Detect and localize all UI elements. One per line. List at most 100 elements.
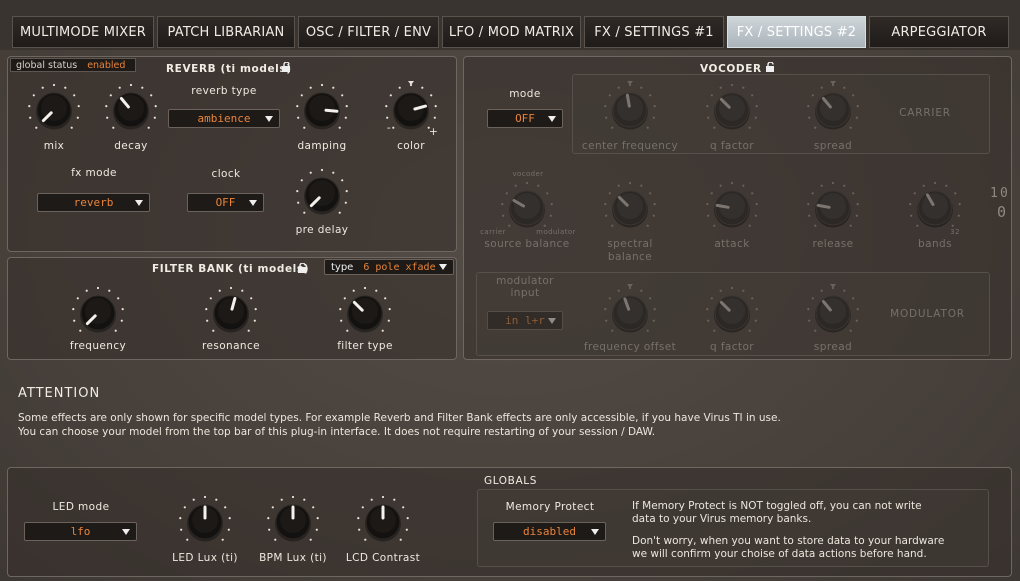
bpm-lux-label: BPM Lux (ti) <box>259 552 327 564</box>
filter-bank-type-dropdown[interactable]: type 6 pole xfade <box>324 259 454 275</box>
resonance-label: resonance <box>201 340 261 352</box>
reverb-type-label: reverb type <box>191 85 257 97</box>
frequency-label: frequency <box>69 340 127 352</box>
dropdown-arrow-icon <box>548 116 556 122</box>
side-digit-2: 0 <box>1000 186 1008 201</box>
led-lux-label: LED Lux (ti) <box>172 552 238 564</box>
resonance-knob[interactable] <box>201 283 261 343</box>
vocoder-mode-label: mode <box>509 88 541 100</box>
attack-knob[interactable] <box>702 178 762 238</box>
pre-delay-knob[interactable] <box>292 165 352 225</box>
global-status[interactable]: global status enabled <box>10 58 136 72</box>
frequency-offset-label: frequency offset <box>583 341 677 353</box>
tab-fx-settings-1[interactable]: FX / SETTINGS #1 <box>584 16 724 48</box>
dropdown-arrow-icon <box>265 116 273 122</box>
reverb-type-value: ambience <box>197 112 251 125</box>
filter-bank-title: FILTER BANK (ti models) <box>152 263 310 275</box>
memory-protect-value: disabled <box>523 525 576 538</box>
dropdown-arrow-icon <box>591 529 599 535</box>
clock-dropdown[interactable]: OFF <box>187 193 264 212</box>
filter-type-knob[interactable] <box>335 283 395 343</box>
memory-protect-info-3: Don't worry, when you want to store data… <box>632 535 945 547</box>
decay-knob[interactable] <box>101 80 161 140</box>
lcd-contrast-label: LCD Contrast <box>345 552 421 564</box>
lock-icon[interactable] <box>765 62 777 72</box>
side-digit-3: 0 <box>997 203 1007 221</box>
led-mode-label: LED mode <box>52 501 110 513</box>
clock-value: OFF <box>215 196 236 209</box>
damping-knob[interactable] <box>292 80 352 140</box>
global-status-label: global status <box>16 59 78 71</box>
center-frequency-knob[interactable] <box>600 80 660 140</box>
modulator-input-label-2: input <box>510 287 540 299</box>
frequency-knob[interactable] <box>68 283 128 343</box>
decay-label: decay <box>114 140 148 152</box>
fx-mode-value: reverb <box>73 196 114 209</box>
damping-label: damping <box>297 140 347 152</box>
clock-label: clock <box>211 168 241 180</box>
spectral-balance-label-1: spectral <box>607 238 653 250</box>
attack-label: attack <box>714 238 750 250</box>
carrier-spread-label: spread <box>813 140 853 152</box>
global-status-value: enabled <box>87 59 126 71</box>
mix-label: mix <box>43 140 65 152</box>
bands-label: bands <box>918 238 952 250</box>
led-lux-knob[interactable] <box>175 492 235 552</box>
modulator-input-label-1: modulator <box>496 275 554 287</box>
modulator-spread-knob[interactable] <box>803 283 863 343</box>
lock-icon[interactable] <box>297 263 309 273</box>
carrier-q-factor-knob[interactable] <box>702 80 762 140</box>
dropdown-arrow-icon <box>439 264 447 270</box>
release-label: release <box>812 238 854 250</box>
filter-bank-type-label: type <box>331 261 354 273</box>
memory-protect-info-2: data to your Virus memory banks. <box>632 513 812 525</box>
side-digit-1: 1 <box>990 186 998 201</box>
spectral-balance-knob[interactable] <box>600 178 660 238</box>
memory-protect-dropdown[interactable]: disabled <box>493 522 606 541</box>
modulator-q-factor-knob[interactable] <box>702 283 762 343</box>
memory-protect-info-1: If Memory Protect is NOT toggled off, yo… <box>632 500 922 512</box>
color-plus: + <box>429 126 439 138</box>
dropdown-arrow-icon <box>135 200 143 206</box>
fx-mode-dropdown[interactable]: reverb <box>37 193 150 212</box>
tab-multimode-mixer[interactable]: MULTIMODE MIXER <box>12 16 154 48</box>
led-mode-value: lfo <box>70 525 91 538</box>
mix-knob[interactable] <box>24 80 84 140</box>
carrier-label: CARRIER <box>899 107 951 119</box>
memory-protect-label: Memory Protect <box>505 501 595 513</box>
dropdown-arrow-icon <box>122 529 130 535</box>
attention-line-2: You can choose your model from the top b… <box>18 426 656 438</box>
tab-fx-settings-2[interactable]: FX / SETTINGS #2 <box>727 16 866 48</box>
vocoder-mode-dropdown[interactable]: OFF <box>487 109 563 128</box>
release-knob[interactable] <box>803 178 863 238</box>
modulator-label: MODULATOR <box>890 308 965 320</box>
tab-bar: MULTIMODE MIXER PATCH LIBRARIAN OSC / FI… <box>0 0 1020 50</box>
dropdown-arrow-icon <box>548 318 556 324</box>
modulator-spread-label: spread <box>813 341 853 353</box>
lcd-contrast-knob[interactable] <box>353 492 413 552</box>
frequency-offset-knob[interactable] <box>600 283 660 343</box>
modulator-input-value: in l+r <box>505 314 545 327</box>
attention-title: ATTENTION <box>18 386 101 401</box>
carrier-q-factor-label: q factor <box>710 140 754 152</box>
tab-arpeggiator[interactable]: ARPEGGIATOR <box>869 16 1009 48</box>
tab-osc-filter-env[interactable]: OSC / FILTER / ENV <box>298 16 439 48</box>
tab-lfo-mod-matrix[interactable]: LFO / MOD MATRIX <box>442 16 581 48</box>
globals-title: GLOBALS <box>484 475 537 487</box>
reverb-type-dropdown[interactable]: ambience <box>168 109 280 128</box>
pre-delay-label: pre delay <box>295 224 349 236</box>
led-mode-dropdown[interactable]: lfo <box>24 522 137 541</box>
center-frequency-label: center frequency <box>581 140 679 152</box>
source-balance-vocoder-mark: vocoder <box>512 170 544 178</box>
filter-bank-type-value: 6 pole xfade <box>363 261 436 273</box>
source-balance-knob[interactable] <box>497 178 557 238</box>
dropdown-arrow-icon <box>249 200 257 206</box>
bands-max-mark: 32 <box>950 228 960 236</box>
tab-patch-librarian[interactable]: PATCH LIBRARIAN <box>157 16 295 48</box>
bpm-lux-knob[interactable] <box>263 492 323 552</box>
color-label: color <box>397 140 425 152</box>
carrier-spread-knob[interactable] <box>803 80 863 140</box>
lock-icon[interactable] <box>281 62 293 72</box>
fx-mode-label: fx mode <box>71 167 117 179</box>
modulator-input-dropdown[interactable]: in l+r <box>487 311 563 330</box>
